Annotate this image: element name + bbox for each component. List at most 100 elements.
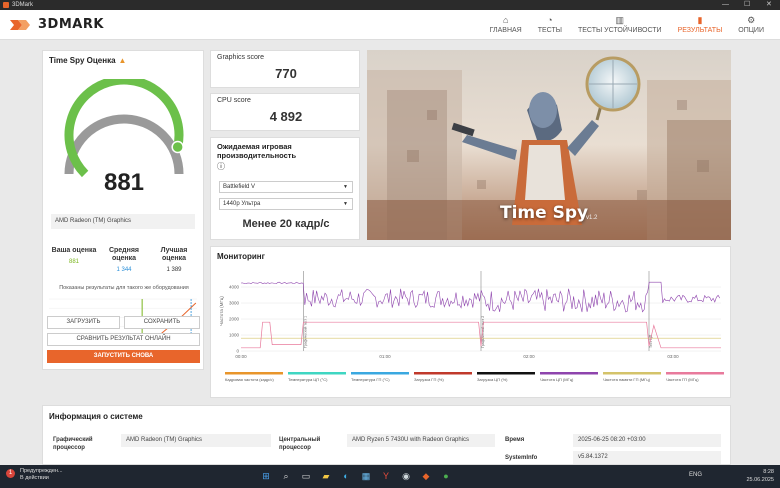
legend-label: Температура ЦП (°C): [288, 377, 328, 382]
cpu-label: Центральный процессор: [279, 437, 321, 451]
legend-swatch: [477, 372, 535, 375]
score-card-title: Time Spy Оценка ▲: [49, 56, 126, 65]
expected-fps: Менее 20 кадр/с: [242, 218, 330, 230]
x-tick-label: 02:00: [523, 354, 535, 359]
task-view-icon[interactable]: ▭: [299, 469, 313, 483]
legend-swatch: [666, 372, 724, 375]
y-tick-label: 3000: [229, 301, 240, 306]
taskbar-apps: ⊞ ⌕ ▭ ▰ ◐ ▦ Y ◉ ◆ ●: [259, 469, 453, 483]
monitoring-title: Мониторинг: [217, 252, 265, 261]
steam-icon[interactable]: ◉: [399, 469, 413, 483]
legend-label: Температура ГП (°C): [351, 377, 390, 382]
systeminfo-label: SystemInfo: [505, 455, 538, 461]
overall-score: 881: [103, 169, 145, 196]
chevron-down-icon: ▼: [343, 184, 348, 190]
store-icon[interactable]: ▦: [359, 469, 373, 483]
main-nav: ⌂ ГЛАВНАЯ ◔ ТЕСТЫ ▥ ТЕСТЫ УСТОЙЧИВОСТИ ▮…: [482, 10, 772, 40]
gauge-marker: [171, 140, 184, 154]
yandex-icon[interactable]: Y: [379, 469, 393, 483]
save-button[interactable]: СОХРАНИТЬ: [124, 316, 200, 329]
preset-select-value: 1440p Ультра: [223, 201, 261, 207]
y-axis-label: Частота (МГц): [219, 296, 224, 326]
preset-select[interactable]: 1440p Ультра ▼: [219, 198, 353, 210]
start-icon[interactable]: ⊞: [259, 469, 273, 483]
nav-stress-tests[interactable]: ▥ ТЕСТЫ УСТОЙЧИВОСТИ: [570, 10, 670, 40]
y-tick-label: 4000: [229, 285, 240, 290]
time-label: Время: [505, 437, 525, 443]
language-indicator[interactable]: ENG: [689, 472, 702, 478]
nav-label: ТЕСТЫ УСТОЙЧИВОСТИ: [577, 27, 662, 34]
search-icon[interactable]: ⌕: [279, 469, 293, 483]
close-button[interactable]: ✕: [766, 0, 772, 10]
hero-version: v1.2: [586, 215, 598, 221]
score-stats: Ваша оценка 881 Средняя оценка 1 344 Луч…: [49, 247, 199, 274]
notification-line2: В действии: [20, 475, 49, 481]
taskbar-notification[interactable]: 1 Предупрежден... В действии: [6, 468, 63, 482]
cpu-score-card: CPU score 4 892: [210, 93, 360, 131]
minimize-button[interactable]: —: [722, 0, 729, 10]
chevron-down-icon: ▼: [343, 201, 348, 207]
bars-icon: ▥: [615, 15, 625, 25]
cpu-score-label: CPU score: [217, 97, 251, 104]
stat-average-score: Средняя оценка 1 344: [99, 247, 149, 274]
game-select[interactable]: Battlefield V ▼: [219, 181, 353, 193]
info-icon[interactable]: ⓘ: [217, 161, 225, 172]
legend-swatch: [603, 372, 661, 375]
edge-icon[interactable]: ◐: [339, 469, 353, 483]
y-tick-label: 2000: [229, 317, 240, 322]
warning-icon[interactable]: ▲: [119, 56, 127, 65]
clock-time: 8:28: [763, 469, 774, 475]
hero-title: Time Spy: [500, 203, 589, 223]
nav-label: РЕЗУЛЬТАТЫ: [677, 27, 723, 34]
x-tick-label: 03:00: [667, 354, 679, 359]
system-info-card: Информация о системе Графический процесс…: [42, 405, 731, 465]
logo-text: 3DMARK: [38, 17, 104, 32]
file-explorer-icon[interactable]: ▰: [319, 469, 333, 483]
gauge-fill: [64, 79, 184, 178]
clock[interactable]: 8:28 25.06.2025: [746, 468, 774, 484]
legend-swatch: [225, 372, 283, 375]
app-icon[interactable]: ●: [439, 469, 453, 483]
benchmark-hero-image: Time Spy v1.2: [367, 50, 731, 240]
score-card-title-text: Time Spy Оценка: [49, 56, 116, 65]
window-titlebar: 3DMark — ☐ ✕: [0, 0, 780, 10]
legend-swatch: [351, 372, 409, 375]
systeminfo-value: v5.84.1372: [573, 451, 721, 464]
stat-label: Ваша оценка: [51, 247, 97, 254]
cpu-score-value: 4 892: [269, 109, 303, 124]
load-button[interactable]: ЗАГРУЗИТЬ: [47, 316, 120, 329]
legend-label: Частота памяти ГП (МГц): [603, 377, 651, 382]
clock-date: 25.06.2025: [746, 477, 774, 483]
app-header: 3DMARK ⌂ ГЛАВНАЯ ◔ ТЕСТЫ ▥ ТЕСТЫ УСТОЙЧИ…: [0, 10, 780, 40]
legend-label: Загрузка ЦП (%): [477, 377, 508, 382]
legend-swatch: [540, 372, 598, 375]
nav-label: ОПЦИИ: [738, 27, 764, 34]
compare-online-button[interactable]: СРАВНИТЬ РЕЗУЛЬТАТ ОНЛАЙН: [47, 333, 200, 346]
maximize-button[interactable]: ☐: [744, 0, 750, 10]
system-info-title: Информация о системе: [49, 412, 143, 421]
x-tick-label: 01:00: [379, 354, 391, 359]
logo: 3DMARK: [8, 17, 118, 33]
time-value: 2025-06-25 08:20 +03:00: [573, 434, 721, 447]
3dmark-logo-icon: [10, 20, 30, 30]
legend-label: Частота ЦП (МГц): [540, 377, 574, 382]
y-tick-label: 0: [236, 349, 239, 354]
stat-value: 881: [68, 259, 79, 265]
cpu-value: AMD Ryzen 5 7430U with Radeon Graphics: [347, 434, 495, 447]
run-again-button[interactable]: ЗАПУСТИТЬ СНОВА: [47, 350, 200, 363]
nav-results[interactable]: ▮ РЕЗУЛЬТАТЫ: [670, 10, 731, 40]
game-select-value: Battlefield V: [223, 184, 256, 190]
nav-options[interactable]: ⚙ ОПЦИИ: [730, 10, 772, 40]
taskbar: 1 Предупрежден... В действии ⊞ ⌕ ▭ ▰ ◐ ▦…: [0, 465, 780, 488]
nav-home[interactable]: ⌂ ГЛАВНАЯ: [482, 10, 530, 40]
nav-tests[interactable]: ◔ ТЕСТЫ: [530, 10, 570, 40]
stat-label: Лучшая оценка: [160, 247, 188, 262]
gpu-label: Графический процессор: [53, 437, 93, 451]
stat-best-score: Лучшая оценка 1 389: [149, 247, 199, 274]
y-tick-label: 1000: [229, 333, 240, 338]
graphics-score-value: 770: [275, 66, 297, 81]
window-title: 3DMark: [12, 2, 34, 8]
3dmark-taskbar-icon[interactable]: ◆: [419, 469, 433, 483]
gpu-value: AMD Radeon (TM) Graphics: [121, 434, 271, 447]
comparison-note: Показаны результаты для такого же оборуд…: [59, 285, 189, 291]
